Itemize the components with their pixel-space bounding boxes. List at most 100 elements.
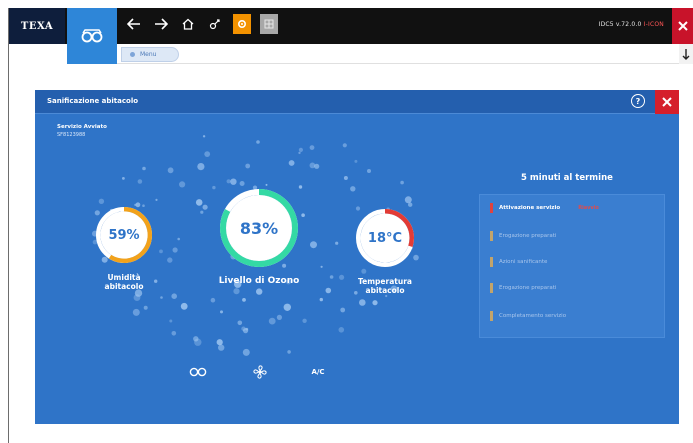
ozone-bubble (137, 179, 143, 184)
humidity-label-line2: abitacolo (104, 281, 144, 291)
step-label: Azioni sanificante (499, 259, 548, 265)
ozone-bubble (302, 318, 307, 323)
ozone-bubble (338, 327, 345, 333)
glasses-car-icon (81, 29, 103, 43)
ozone-bubble (171, 293, 177, 299)
back-arrow-icon[interactable] (125, 15, 143, 33)
ozone-bubble (237, 320, 243, 326)
ozone-bubble (276, 314, 282, 320)
breadcrumb: Menu (117, 44, 680, 64)
step-label: Erogazione preparati (499, 285, 557, 291)
ozone-bubble (354, 159, 358, 163)
ozone-bubble (179, 181, 186, 188)
step-label: Completamento servizio (499, 313, 567, 319)
ozone-bubble (350, 186, 356, 192)
step-indicator (490, 311, 493, 321)
temperature-value: 18°C (367, 230, 403, 246)
plug-icon[interactable] (206, 15, 224, 33)
ozone-bubble (342, 143, 347, 148)
ozone-bubble (298, 151, 301, 155)
ozone-bubble (298, 185, 303, 189)
ozone-bubble (122, 177, 125, 180)
ozone-bubble (309, 162, 316, 169)
ozone-bubble (343, 176, 348, 180)
step-item: Erogazione preparati (490, 231, 556, 241)
breadcrumb-menu[interactable]: Menu (121, 47, 179, 62)
forward-arrow-icon[interactable] (152, 15, 170, 33)
step-extra[interactable]: Riavvio (578, 205, 599, 211)
ozone-bubble (197, 163, 205, 171)
fan-icon (253, 365, 267, 379)
ozone-bubble (98, 198, 105, 204)
ozone-bubble (245, 327, 249, 331)
ozone-bubble (226, 179, 231, 184)
car-view-icon (189, 367, 207, 377)
ozone-bubble (218, 344, 225, 351)
step-label: Attivazione servizio (499, 205, 561, 211)
ozone-bubble (202, 135, 206, 138)
step-item: Completamento servizio (490, 311, 566, 321)
ozone-bubble (155, 198, 158, 201)
ac-button[interactable]: A/C (307, 362, 329, 382)
ozone-bubble (404, 196, 412, 204)
status-bar: IDC5 v.72.0.0 I-ICON (599, 21, 664, 28)
ozone-bubble (288, 160, 295, 166)
ozone-bubble (210, 297, 216, 303)
help-icon[interactable]: ? (631, 94, 645, 108)
close-icon (678, 21, 688, 31)
ozone-bubble (167, 257, 173, 263)
ozone-bubble (329, 275, 334, 279)
ozone-bubble (283, 303, 291, 311)
temperature-label-line2: abitacolo (365, 285, 405, 295)
car-view-button[interactable] (185, 362, 211, 382)
humidity-label: Umidità abitacolo (91, 273, 157, 291)
fan-button[interactable] (249, 362, 271, 382)
step-label: Erogazione preparati (499, 233, 557, 239)
ozone-value: 83% (239, 218, 279, 238)
ozone-bubble (372, 300, 378, 306)
app-window: TEXA IDC5 v.72.0.0 I-ICON Menu Sanificaz… (8, 8, 693, 443)
ozone-bubble (339, 274, 345, 280)
grid-icon[interactable] (260, 14, 278, 34)
ozone-bubble (177, 237, 180, 241)
ozone-bubble (212, 185, 216, 190)
humidity-gauge: 59% (95, 206, 153, 264)
ozone-bubble (340, 307, 346, 313)
ozone-bubble (298, 147, 303, 152)
down-arrow-button[interactable] (679, 44, 693, 64)
ozone-bubble (142, 166, 146, 171)
car-service-tile[interactable] (67, 8, 117, 64)
ozone-bubble (220, 310, 223, 314)
ozone-bubble (301, 213, 305, 217)
temperature-gauge: 18°C (355, 208, 415, 268)
ozone-bubble (233, 288, 240, 295)
home-icon[interactable] (179, 15, 197, 33)
ozone-bubble (367, 169, 371, 173)
gear-icon[interactable] (233, 14, 251, 34)
app-close-button[interactable] (672, 8, 693, 44)
texa-logo: TEXA (9, 8, 65, 44)
step-item: Attivazione servizio Riavvio (490, 203, 599, 213)
ozone-bubble (265, 183, 268, 186)
ozone-bubble (167, 167, 174, 174)
dialog-header: Sanificazione abitacolo ? (35, 90, 679, 114)
ozone-bubble (320, 265, 323, 268)
nav-toolbar (125, 12, 278, 36)
ozone-bubble (195, 199, 203, 206)
ozone-bubble (204, 151, 211, 157)
ozone-bubble (239, 181, 245, 186)
temperature-label: Temperatura abitacolo (345, 277, 425, 295)
ozone-bubble (268, 317, 276, 325)
sanitization-dialog: Sanificazione abitacolo ? Servizio Avvia… (35, 90, 679, 424)
ozone-bubble (132, 308, 140, 316)
ozone-label-line1: Livello di Ozono (218, 276, 300, 286)
ozone-label: Livello di Ozono (205, 276, 313, 286)
ozone-bubble (256, 140, 260, 144)
ozone-bubble (172, 247, 178, 253)
step-indicator (490, 231, 493, 241)
status-version: IDC5 v.72.0.0 (598, 21, 642, 28)
ozone-bubble (400, 180, 404, 185)
ozone-bubble (245, 163, 251, 169)
dialog-close-button[interactable] (655, 90, 679, 114)
humidity-value: 59% (108, 227, 140, 243)
